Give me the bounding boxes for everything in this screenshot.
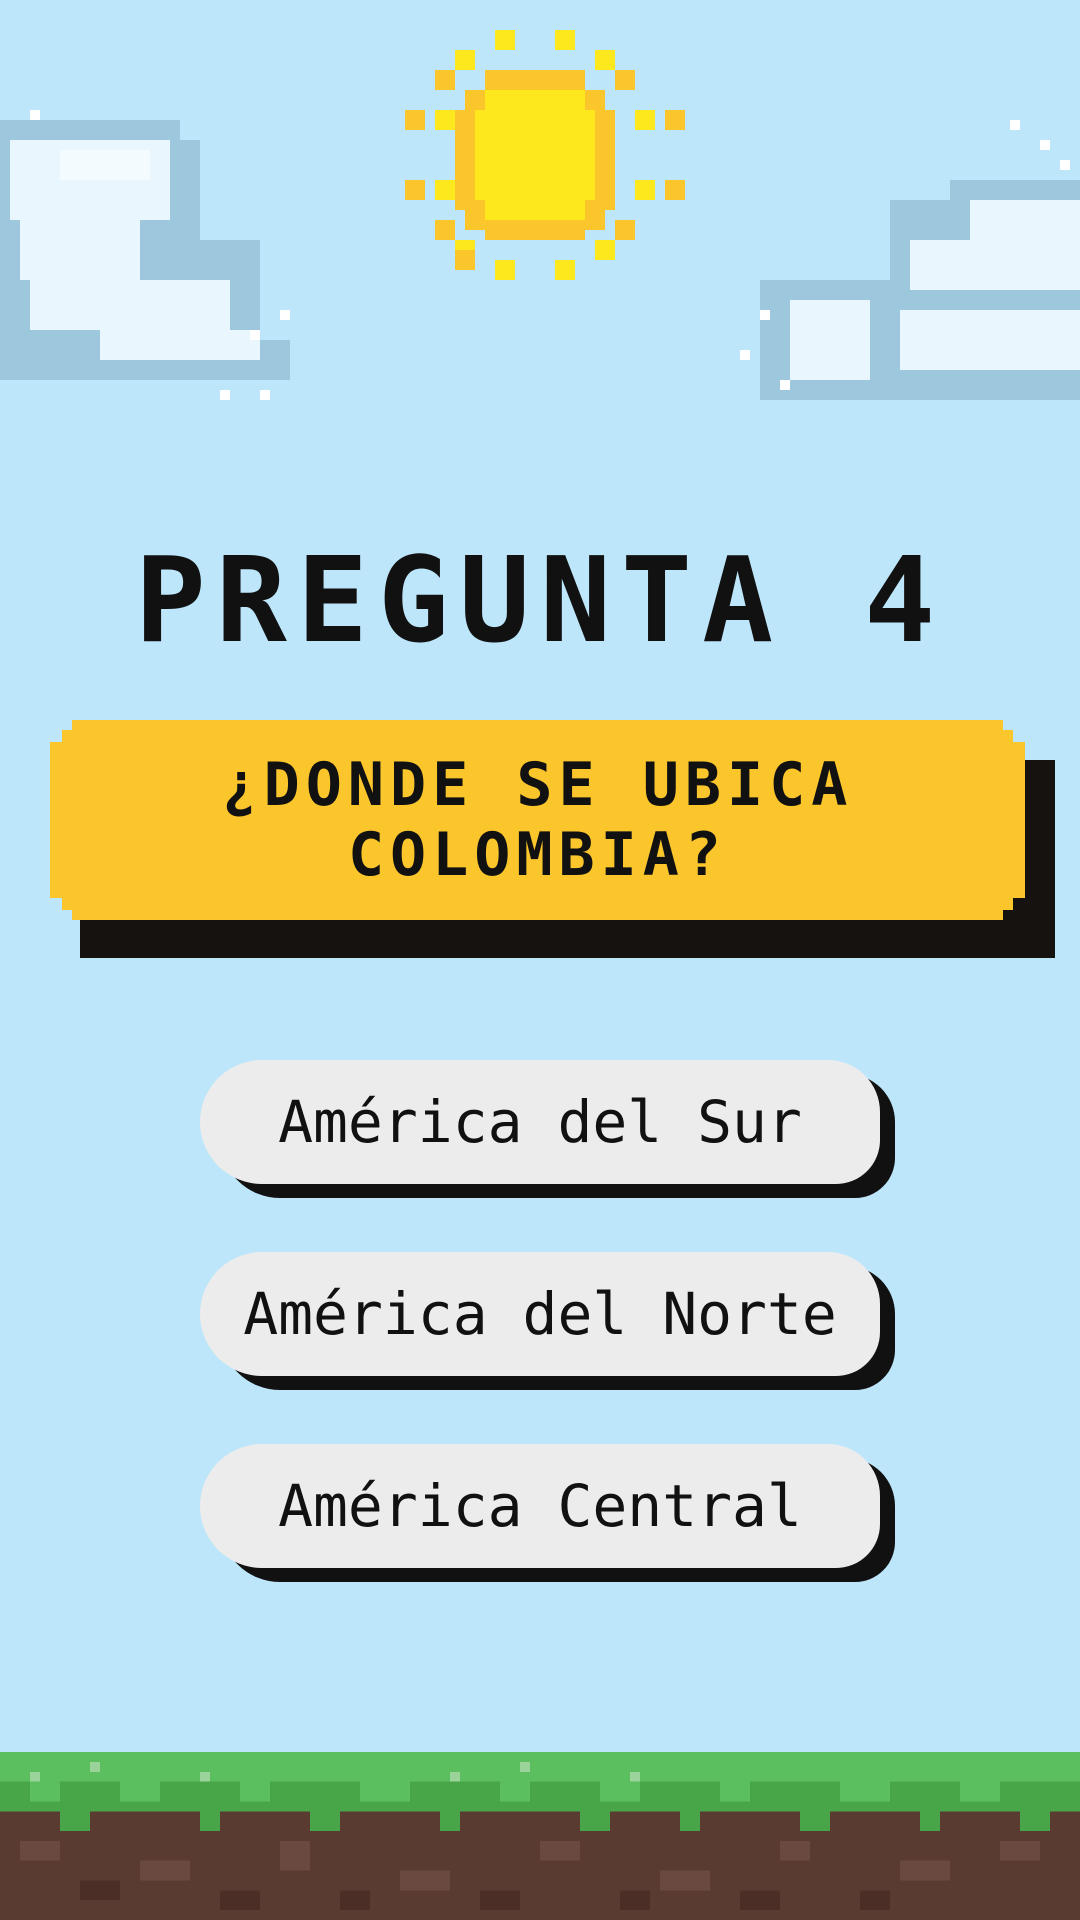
cloud-icon	[0, 110, 290, 400]
answer-button-face[interactable]: América del Norte	[200, 1252, 880, 1376]
question-text: ¿DONDE SE UBICA COLOMBIA?	[221, 750, 854, 890]
answer-button-face[interactable]: América Central	[200, 1444, 880, 1568]
cloud-icon	[740, 120, 1080, 400]
answer-label: América del Sur	[278, 1088, 802, 1156]
question-box: ¿DONDE SE UBICA COLOMBIA?	[50, 720, 1025, 920]
answer-button-1[interactable]: América del Sur	[200, 1060, 895, 1198]
answer-label: América del Norte	[243, 1280, 837, 1348]
answer-button-2[interactable]: América del Norte	[200, 1252, 895, 1390]
answer-label: América Central	[278, 1472, 802, 1540]
answer-button-3[interactable]: América Central	[200, 1444, 895, 1582]
page-title: PREGUNTA 4	[134, 531, 946, 669]
sun-icon	[405, 30, 685, 280]
answer-button-face[interactable]: América del Sur	[200, 1060, 880, 1184]
grass-ground	[0, 1752, 1080, 1920]
